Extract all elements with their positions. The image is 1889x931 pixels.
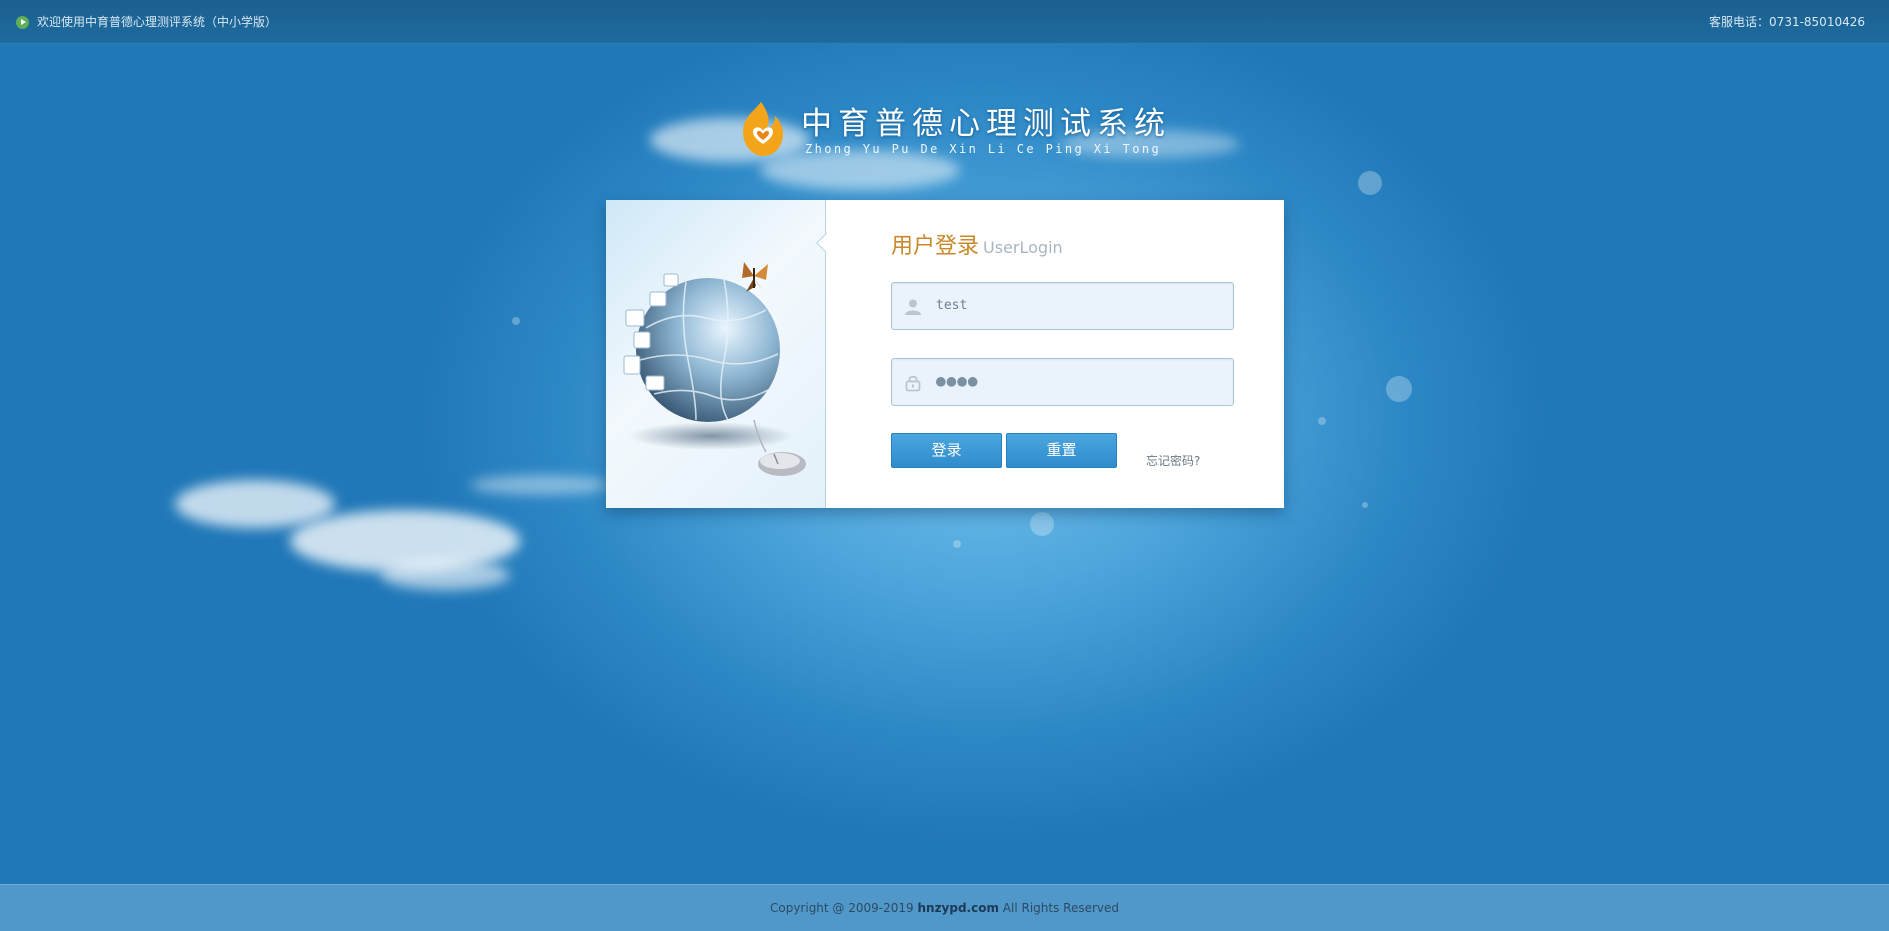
- puzzle-globe-illustration: [623, 262, 806, 476]
- footer-site-link[interactable]: hnzypd.com: [917, 901, 999, 915]
- welcome-message: 欢迎使用中育普德心理测评系统（中小学版）: [16, 13, 277, 30]
- reset-button[interactable]: 重置: [1006, 433, 1117, 468]
- footer: Copyright @ 2009-2019 hnzypd.com All Rig…: [0, 884, 1889, 931]
- panel-illustration: [606, 200, 826, 508]
- user-icon: [905, 299, 921, 315]
- login-title-cn: 用户登录: [891, 234, 980, 259]
- flame-heart-icon: [743, 102, 783, 156]
- copyright-prefix: Copyright @ 2009-2019: [769, 901, 918, 915]
- username-field[interactable]: test: [891, 282, 1234, 330]
- cloud-decoration: [380, 560, 510, 590]
- username-input[interactable]: test: [936, 298, 967, 313]
- login-title: 用户登录 UserLogin: [891, 228, 1063, 260]
- login-title-en: UserLogin: [983, 238, 1063, 257]
- system-logo: 中育普德心理测试系统 Zhong Yu Pu De Xin Li Ce Ping…: [735, 94, 1165, 164]
- lock-icon: [905, 375, 921, 392]
- login-panel: 用户登录 UserLogin test ●●●● 登录 重置 忘记密码?: [606, 200, 1284, 508]
- welcome-text: 欢迎使用中育普德心理测评系统（中小学版）: [37, 15, 278, 29]
- bubble-decoration: [1362, 502, 1368, 508]
- login-button[interactable]: 登录: [891, 433, 1002, 468]
- play-icon: [16, 16, 29, 29]
- cloud-decoration: [470, 475, 610, 495]
- bubble-decoration: [1318, 417, 1326, 425]
- cloud-decoration: [175, 480, 335, 528]
- bubble-decoration: [953, 540, 961, 548]
- logo-subtitle: Zhong Yu Pu De Xin Li Ce Ping Xi Tong: [805, 142, 1162, 156]
- logo-title: 中育普德心理测试系统: [801, 106, 1171, 142]
- bubble-decoration: [512, 317, 520, 325]
- bubble-decoration: [1386, 376, 1412, 402]
- top-bar: 欢迎使用中育普德心理测评系统（中小学版） 客服电话：0731-85010426: [0, 0, 1889, 44]
- forgot-password-link[interactable]: 忘记密码?: [1146, 452, 1200, 469]
- password-input[interactable]: ●●●●: [936, 371, 979, 390]
- hotline-text: 客服电话：0731-85010426: [1709, 15, 1865, 29]
- copyright-suffix: All Rights Reserved: [998, 901, 1120, 915]
- login-form: 用户登录 UserLogin test ●●●● 登录 重置 忘记密码?: [826, 200, 1284, 508]
- bubble-decoration: [1358, 171, 1382, 195]
- password-field[interactable]: ●●●●: [891, 358, 1234, 406]
- butterfly: [742, 262, 768, 292]
- bubble-decoration: [1030, 512, 1054, 536]
